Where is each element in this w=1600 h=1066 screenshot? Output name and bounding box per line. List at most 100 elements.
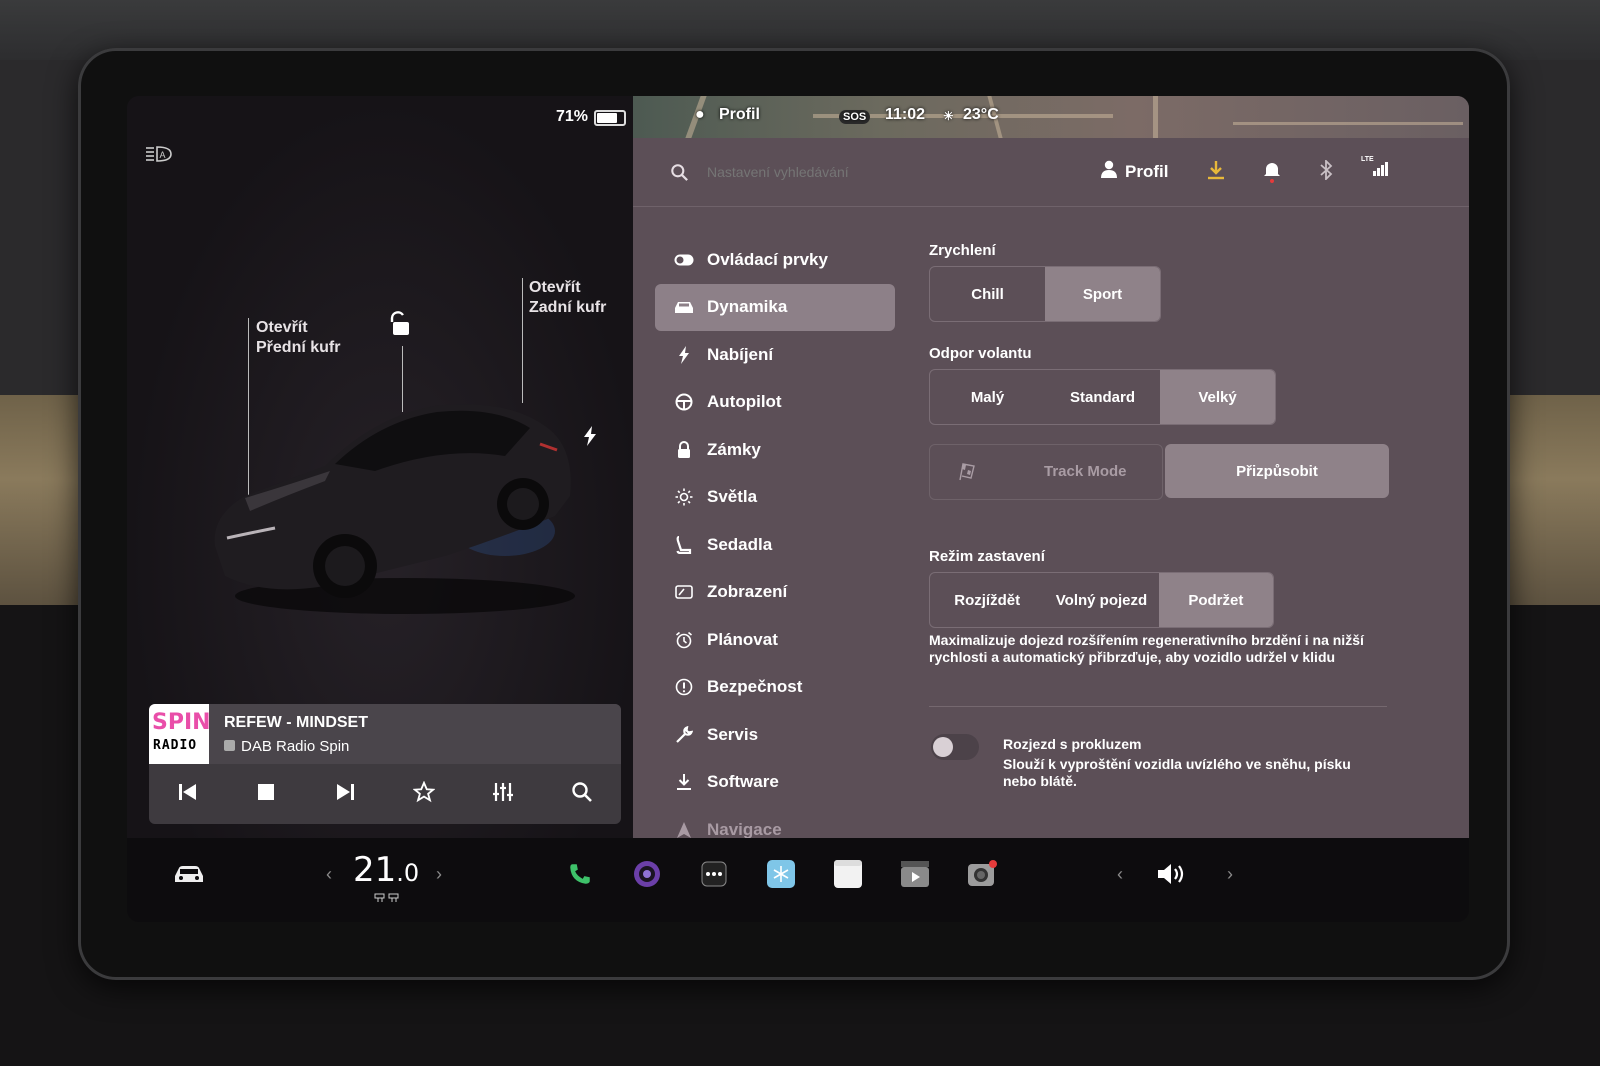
temp-decimal: .0 (396, 859, 420, 887)
menu-item-label: Zobrazení (707, 582, 788, 602)
front-trunk-line2: Přední kufr (256, 339, 341, 356)
more-apps-button[interactable] (694, 856, 734, 896)
menu-item-label: Světla (707, 487, 758, 507)
menu-item-autopilot[interactable]: Autopilot (655, 379, 895, 427)
charge-port-icon[interactable] (583, 426, 597, 451)
menu-item-label: Plánovat (707, 629, 778, 649)
bluetooth-icon[interactable] (1319, 158, 1333, 185)
steering-small-button[interactable]: Malý (930, 370, 1045, 424)
menu-item-label: Sedadla (707, 534, 773, 554)
steering-wheel-icon (673, 393, 695, 411)
track-mode-label: Track Mode (1044, 463, 1127, 480)
calendar-icon (834, 859, 862, 893)
calendar-app-button[interactable] (828, 856, 868, 896)
stopping-mode-selector: Rozjíždět Volný pojezd Podržet (929, 572, 1274, 628)
stopping-hold-button[interactable]: Podržet (1158, 573, 1273, 627)
download-icon[interactable] (1207, 160, 1225, 185)
cabin-temperature[interactable]: 21.0 (353, 850, 419, 890)
car-icon (673, 300, 695, 314)
snowflake-icon (767, 859, 795, 893)
menu-item-label: Bezpečnost (707, 677, 803, 697)
temp-up-chevron-icon[interactable]: › (436, 864, 442, 885)
volume-button[interactable] (1153, 856, 1193, 896)
track-mode-row: Track Mode Přizpůsobit (929, 444, 1389, 500)
camera-app-button[interactable] (627, 856, 667, 896)
menu-item-ovladaci-prvky[interactable]: Ovládací prvky (655, 236, 895, 284)
previous-button[interactable] (149, 764, 227, 824)
display-icon (673, 585, 695, 600)
media-search-button[interactable] (543, 764, 621, 824)
rear-trunk-line1: Otevřít (529, 279, 581, 296)
lte-signal-icon: LTE (1361, 154, 1391, 183)
customize-button[interactable]: Přizpůsobit (1165, 444, 1389, 498)
menu-item-servis[interactable]: Servis (655, 711, 895, 759)
menu-item-label: Nabíjení (707, 344, 774, 364)
profile-button[interactable]: Profil (1101, 160, 1168, 183)
favorite-button[interactable] (385, 764, 463, 824)
station-logo-top: SPIN (152, 710, 211, 735)
menu-item-svetla[interactable]: Světla (655, 474, 895, 522)
car-controls-button[interactable] (169, 856, 209, 896)
wrench-icon (673, 725, 695, 744)
steering-standard-button[interactable]: Standard (1045, 370, 1160, 424)
climate-app-button[interactable] (761, 856, 801, 896)
steering-large-button[interactable]: Velký (1160, 370, 1275, 424)
rear-trunk-line2: Zadní kufr (529, 299, 607, 316)
menu-item-dynamika[interactable]: Dynamika (655, 283, 895, 331)
unlock-icon[interactable] (387, 311, 411, 342)
clapperboard-icon (901, 860, 929, 892)
slip-start-title: Rozjezd s prokluzem (1003, 736, 1142, 752)
volume-icon (1156, 862, 1190, 891)
dashcam-app-button[interactable] (962, 856, 1002, 896)
acceleration-sport-button[interactable]: Sport (1045, 267, 1160, 321)
station-logo-bottom: RADIO (153, 738, 198, 753)
settings-header: Profil LTE (633, 138, 1469, 207)
checkered-flag-icon (956, 462, 976, 486)
menu-item-label: Ovládací prvky (707, 249, 828, 269)
track-title: REFEW - MINDSET (224, 714, 368, 731)
profile-label: Profil (1125, 161, 1169, 181)
battery-percentage: 71% (556, 108, 589, 125)
notification-bell-icon[interactable] (1263, 160, 1281, 189)
equalizer-button[interactable] (464, 764, 542, 824)
menu-item-nabijeni[interactable]: Nabíjení (655, 331, 895, 379)
next-button[interactable] (306, 764, 384, 824)
menu-item-bezpecnost[interactable]: Bezpečnost (655, 664, 895, 712)
temp-down-chevron-icon[interactable]: ‹ (326, 864, 332, 885)
open-front-trunk-button[interactable]: Otevřít Přední kufr (256, 318, 340, 358)
menu-item-software[interactable]: Software (655, 759, 895, 807)
settings-search-input[interactable] (705, 160, 1009, 184)
volume-up-chevron-icon[interactable]: › (1227, 864, 1233, 885)
open-rear-trunk-button[interactable]: Otevřít Zadní kufr (529, 278, 606, 318)
phone-icon (567, 861, 593, 892)
battery-icon (594, 110, 626, 126)
phone-button[interactable] (560, 856, 600, 896)
acceleration-chill-button[interactable]: Chill (930, 267, 1045, 321)
favorite-star-icon (412, 780, 436, 808)
slip-start-toggle[interactable] (931, 734, 979, 760)
car-view-panel: 71% A Otevřít Přední kufr Otevřít Zadní … (127, 96, 644, 856)
seat-heater-icon[interactable] (373, 890, 401, 908)
svg-text:A: A (160, 150, 166, 160)
stop-icon (257, 783, 275, 806)
menu-item-planovat[interactable]: Plánovat (655, 616, 895, 664)
sun-icon (673, 488, 695, 506)
menu-item-sedadla[interactable]: Sedadla (655, 521, 895, 569)
stopping-mode-description: Maximalizuje dojezd rozšířením regenerat… (929, 632, 1364, 665)
map-status-bar[interactable]: ● Profil SOS 11:02 ☀ 23°C (633, 96, 1469, 138)
stopping-roll-button[interactable]: Rozjíždět (930, 573, 1044, 627)
track-mode-button[interactable]: Track Mode (929, 444, 1163, 500)
volume-down-chevron-icon[interactable]: ‹ (1117, 864, 1123, 885)
settings-menu: Ovládací prvky Dynamika Nabíjení Autopilot Z… (655, 236, 895, 854)
stop-button[interactable] (227, 764, 305, 824)
now-playing[interactable]: SPIN RADIO REFEW - MINDSET DAB Radio Spi… (149, 704, 621, 764)
auto-headlights-icon[interactable]: A (145, 144, 175, 164)
menu-item-zobrazeni[interactable]: Zobrazení (655, 569, 895, 617)
stopping-creep-button[interactable]: Volný pojezd (1044, 573, 1158, 627)
menu-item-zamky[interactable]: Zámky (655, 426, 895, 474)
map-bar-temperature: 23°C (963, 106, 999, 123)
sos-badge: SOS (839, 110, 871, 124)
menu-item-label: Zámky (707, 439, 761, 459)
theater-app-button[interactable] (895, 856, 935, 896)
more-dots-icon (701, 861, 727, 892)
